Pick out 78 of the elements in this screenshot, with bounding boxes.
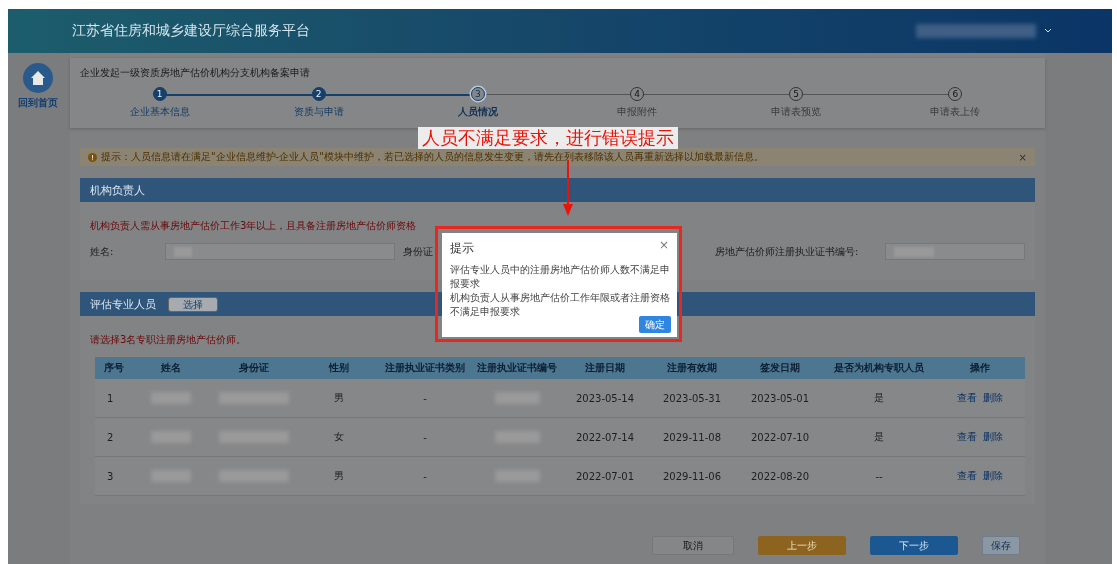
caret-icon[interactable] — [1044, 28, 1052, 34]
step-label: 申请表预览 — [771, 105, 822, 119]
column-header: 签发日期 — [737, 357, 823, 379]
table-cell: -- — [823, 457, 935, 496]
table-cell: - — [379, 457, 471, 496]
home-link[interactable]: 回到首页 — [18, 96, 58, 110]
action-link[interactable]: 删除 — [983, 391, 1003, 405]
platform-title: 江苏省住房和城乡建设厅综合服务平台 — [72, 22, 311, 40]
action-link[interactable]: 查看 — [957, 430, 977, 444]
step-number[interactable]: 6 — [948, 87, 963, 101]
notice-text: 提示：人员信息请在满足"企业信息维护-企业人员"模块中维护，若已选择的人员的信息发生变更，请先在列表移除该人员再重新选择以加载最新信息。 — [101, 150, 765, 164]
step-number[interactable]: 5 — [789, 87, 804, 101]
column-header: 性别 — [299, 357, 379, 379]
table-cell: 2023-05-01 — [737, 379, 823, 418]
table-cell: 是 — [823, 379, 935, 418]
step-label: 申报附件 — [617, 105, 658, 119]
warning-icon — [88, 152, 97, 162]
step-label: 人员情况 — [457, 105, 498, 119]
step-number[interactable]: 2 — [311, 87, 326, 101]
annotation-text: 人员不满足要求，进行错误提示 — [418, 127, 678, 149]
column-header: 操作 — [935, 357, 1025, 379]
close-button[interactable]: × — [1018, 151, 1027, 163]
name-field[interactable] — [165, 243, 395, 260]
table-cell: 1 — [95, 379, 133, 418]
close-button[interactable]: × — [658, 238, 669, 252]
select-button[interactable]: 选择 — [168, 296, 218, 312]
error-message: 评估专业人员中的注册房地产估价师人数不满足申报要求 — [450, 263, 671, 291]
column-header: 序号 — [95, 357, 133, 379]
section-title: 机构负责人 — [90, 182, 145, 198]
table-cell: 2022-07-01 — [563, 457, 647, 496]
column-header: 是否为机构专职人员 — [823, 357, 935, 379]
table-cell: 2022-08-20 — [737, 457, 823, 496]
field-label: 姓名: — [90, 244, 115, 259]
table-cell: 2029-11-06 — [647, 457, 737, 496]
table-cell: 2022-07-14 — [563, 418, 647, 457]
footer-button[interactable]: 取消 — [652, 536, 734, 555]
table-cell: 2023-05-31 — [647, 379, 737, 418]
step-number[interactable]: 4 — [630, 87, 645, 101]
table-cell: 2022-07-10 — [737, 418, 823, 457]
action-link[interactable]: 查看 — [957, 391, 977, 405]
field-label: 身份证 — [403, 244, 433, 259]
column-header: 注册执业证书类别 — [379, 357, 471, 379]
column-header: 身份证 — [209, 357, 299, 379]
dialog-title: 提示 — [450, 240, 474, 257]
table-cell: 3 — [95, 457, 133, 496]
home-icon[interactable] — [23, 63, 53, 93]
field-label: 房地产估价师注册执业证书编号: — [715, 244, 860, 259]
footer-button[interactable]: 上一步 — [758, 536, 846, 555]
table-cell: - — [379, 379, 471, 418]
action-link[interactable]: 删除 — [983, 430, 1003, 444]
table-cell: 2029-11-08 — [647, 418, 737, 457]
table-cell: - — [379, 418, 471, 457]
step-number[interactable]: 3 — [470, 87, 485, 101]
table-cell: 是 — [823, 418, 935, 457]
section-title: 评估专业人员 — [90, 296, 156, 312]
step-label: 资质与申请 — [293, 105, 344, 119]
table-cell: 2 — [95, 418, 133, 457]
confirm-button[interactable]: 确定 — [639, 316, 671, 333]
table-cell: 2023-05-14 — [563, 379, 647, 418]
requirement-text: 机构负责人需从事房地产估价工作3年以上，且具备注册房地产估价师资格 — [90, 219, 417, 233]
annotation-arrow — [563, 160, 573, 218]
action-link[interactable]: 查看 — [957, 469, 977, 483]
table-cell: 男 — [299, 379, 379, 418]
table-cell: 男 — [299, 457, 379, 496]
certificate-number-field[interactable] — [885, 243, 1025, 260]
error-message: 机构负责人从事房地产估价工作年限或者注册资格不满足申报要求 — [450, 291, 671, 319]
step-number[interactable]: 1 — [152, 87, 167, 101]
action-link[interactable]: 删除 — [983, 469, 1003, 483]
table-cell: 女 — [299, 418, 379, 457]
column-header: 姓名 — [133, 357, 209, 379]
footer-button[interactable]: 保存 — [982, 536, 1020, 555]
column-header: 注册有效期 — [647, 357, 737, 379]
footer-button[interactable]: 下一步 — [870, 536, 958, 555]
column-header: 注册执业证书编号 — [471, 357, 563, 379]
page-title: 企业发起一级资质房地产估价机构分支机构备案申请 — [80, 66, 311, 80]
column-header: 注册日期 — [563, 357, 647, 379]
step-label: 企业基本信息 — [129, 105, 190, 119]
requirement-text: 请选择3名专职注册房地产估价师。 — [90, 333, 247, 347]
